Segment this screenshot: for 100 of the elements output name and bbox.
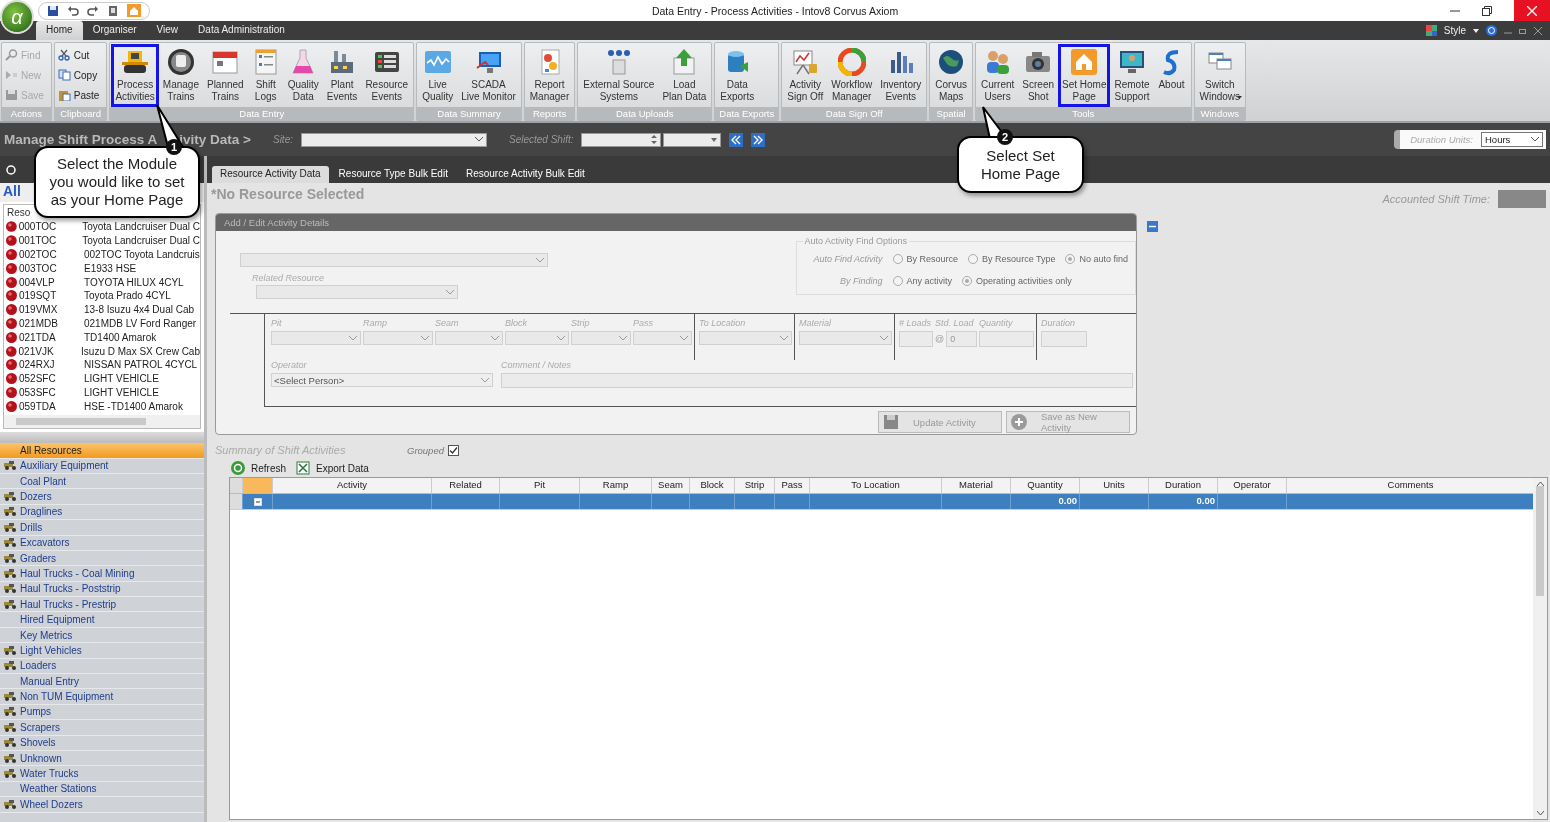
dropdown-field[interactable]: [435, 331, 503, 345]
ribbon-button[interactable]: About: [1153, 44, 1190, 107]
scroll-thumb[interactable]: [1536, 486, 1544, 596]
resource-name[interactable]: Isuzu D Max SX Crew Cab: [81, 345, 200, 357]
category-item[interactable]: Graders: [0, 550, 204, 567]
resource-name[interactable]: HSE -TD1400 Amarok: [84, 400, 183, 412]
resource-code[interactable]: 024RXJ: [19, 359, 82, 371]
close-button[interactable]: [1514, 0, 1550, 21]
column-header[interactable]: Related: [432, 478, 500, 493]
input-field[interactable]: [899, 331, 933, 347]
dropdown-field[interactable]: [571, 331, 631, 345]
resource-code[interactable]: 001TOC: [18, 235, 81, 247]
ribbon-button[interactable]: Plant Events: [322, 44, 362, 107]
category-item[interactable]: Auxiliary Equipment: [0, 458, 204, 474]
category-item[interactable]: Water Trucks: [0, 766, 204, 782]
category-item[interactable]: Dozers: [0, 489, 204, 505]
tab[interactable]: Resource Activity Data: [212, 166, 329, 183]
refresh-button[interactable]: Refresh: [231, 461, 286, 475]
category-item[interactable]: Scrapers: [0, 720, 204, 736]
category-item[interactable]: Unknown: [0, 750, 204, 767]
category-item[interactable]: Haul Trucks - Prestrip: [0, 597, 204, 613]
category-item[interactable]: Pumps: [0, 704, 204, 721]
resource-code[interactable]: 021VJK: [18, 345, 80, 357]
duration-units-dropdown[interactable]: Hours: [1481, 132, 1543, 147]
resource-code[interactable]: 004VLP: [19, 276, 82, 288]
radio-option[interactable]: By Resource: [892, 254, 959, 264]
category-item[interactable]: Excavators: [0, 535, 204, 551]
column-header[interactable]: Pass: [775, 478, 810, 493]
ribbon-button[interactable]: Corvus Maps: [931, 44, 971, 107]
category-item[interactable]: Non TUM Equipment: [0, 689, 204, 705]
resource-code[interactable]: 021MDB: [19, 317, 82, 329]
resource-code[interactable]: 003TOC: [19, 262, 82, 274]
ribbon-button[interactable]: External Source Systems: [579, 44, 659, 107]
input-field[interactable]: [979, 331, 1034, 347]
resource-code[interactable]: 019VMX: [19, 304, 82, 316]
next-button[interactable]: [751, 132, 766, 147]
category-item[interactable]: Drills: [0, 520, 204, 536]
menu-tab[interactable]: Organiser: [82, 21, 147, 40]
collapse-icon[interactable]: [1147, 221, 1158, 232]
menu-tab[interactable]: Home: [36, 21, 83, 40]
category-item[interactable]: Wheel Dozers: [0, 797, 204, 813]
resource-name[interactable]: LIGHT VEHICLE: [84, 386, 159, 398]
ribbon-button[interactable]: Resource Events: [361, 44, 413, 107]
resource-name[interactable]: 002TOC Toyota Landcruis: [84, 249, 200, 260]
dropdown-field[interactable]: [505, 331, 569, 345]
resource-name[interactable]: Toyota Landcruiser Dual C: [82, 235, 200, 247]
menu-tab[interactable]: View: [146, 21, 189, 40]
resource-code[interactable]: 052SFC: [19, 373, 82, 385]
tab[interactable]: Resource Type Bulk Edit: [330, 166, 456, 183]
grouped-checkbox[interactable]: [448, 444, 459, 456]
ribbon-button[interactable]: Activity Sign Off: [783, 44, 828, 107]
resource-name[interactable]: Toyota Prado 4CYL: [84, 290, 171, 302]
resource-code[interactable]: 000TOC: [18, 221, 81, 233]
site-dropdown[interactable]: [301, 132, 487, 147]
ribbon-button[interactable]: Shift Logs: [247, 44, 284, 107]
vertical-scrollbar[interactable]: [1533, 478, 1547, 819]
resource-name[interactable]: E1933 HSE: [84, 262, 137, 274]
tab[interactable]: Resource Activity Bulk Edit: [457, 166, 593, 183]
dropdown-field[interactable]: [633, 331, 692, 345]
resource-code[interactable]: 021TDA: [19, 331, 82, 343]
style-menu[interactable]: Style: [1443, 25, 1466, 36]
column-header[interactable]: Pit: [500, 478, 580, 493]
group-row[interactable]: 0.00 0.00: [230, 494, 1533, 510]
resource-name[interactable]: TOYOTA HILUX 4CYL: [84, 276, 184, 288]
category-item[interactable]: Coal Plant: [0, 473, 204, 490]
menu-tab[interactable]: Data Administration: [188, 21, 295, 40]
radio-option[interactable]: No auto find: [1065, 254, 1129, 264]
dropdown-field[interactable]: [699, 331, 792, 345]
category-item[interactable]: Haul Trucks - Poststrip: [0, 581, 204, 598]
ribbon-button[interactable]: Copy: [57, 67, 102, 83]
column-header[interactable]: Strip: [735, 478, 775, 493]
ribbon-button[interactable]: Current Users: [976, 44, 1019, 107]
ribbon-button[interactable]: Remote Support: [1110, 44, 1154, 107]
resource-name[interactable]: TD1400 Amarok: [84, 331, 157, 343]
input-field[interactable]: [1041, 331, 1087, 347]
ribbon-button[interactable]: Workflow Manager: [827, 44, 877, 107]
resource-name[interactable]: 021MDB LV Ford Ranger: [84, 317, 197, 329]
category-item[interactable]: Key Metrics: [0, 627, 204, 644]
shift-dropdown[interactable]: [663, 132, 722, 147]
previous-button[interactable]: [729, 132, 744, 147]
column-header[interactable]: Duration: [1149, 478, 1218, 493]
horizontal-scrollbar[interactable]: [4, 415, 200, 429]
undo-icon[interactable]: [67, 4, 79, 17]
export-button[interactable]: Export Data: [296, 461, 369, 475]
column-header[interactable]: Quantity: [1011, 478, 1080, 493]
radio-option[interactable]: Any activity: [892, 276, 953, 286]
ribbon-button[interactable]: Report Manager: [525, 44, 574, 107]
home-icon[interactable]: [127, 4, 141, 17]
operator-dropdown[interactable]: <Select Person>: [271, 373, 493, 387]
column-header[interactable]: Units: [1080, 478, 1149, 493]
ribbon-button[interactable]: Inventory Events: [876, 44, 926, 107]
ribbon-button[interactable]: Paste: [57, 87, 104, 103]
radio-option[interactable]: Operating activities only: [962, 276, 1072, 286]
column-header[interactable]: Operator: [1218, 478, 1287, 493]
close-icon[interactable]: [1534, 26, 1542, 35]
category-item[interactable]: Light Vehicles: [0, 643, 204, 659]
resource-code[interactable]: 059TDA: [19, 400, 82, 412]
resource-name[interactable]: LIGHT VEHICLE: [84, 373, 159, 385]
dropdown-field[interactable]: [799, 331, 892, 345]
ribbon-button[interactable]: Load Plan Data: [658, 44, 711, 107]
